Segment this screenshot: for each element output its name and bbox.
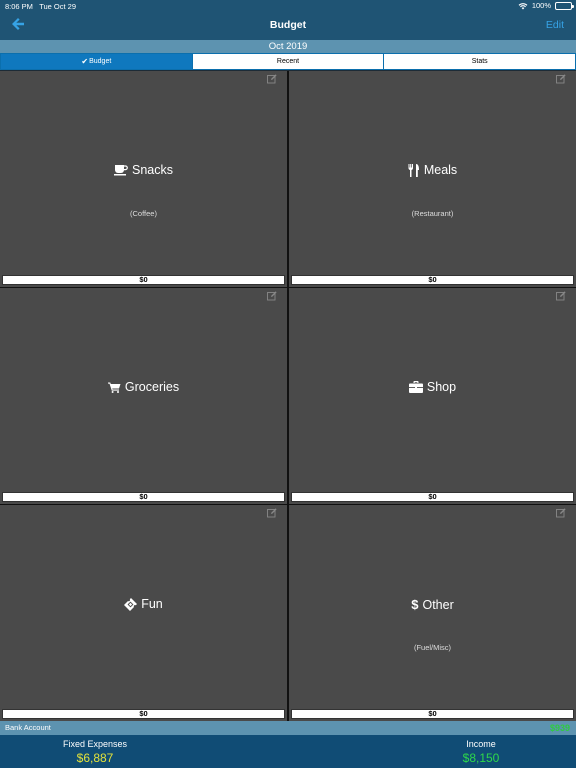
fork-knife-icon [408, 163, 419, 177]
category-amount: $0 [291, 492, 574, 502]
income[interactable]: Income $8,150 [444, 739, 518, 765]
battery-icon [555, 1, 574, 10]
category-amount: $0 [291, 709, 574, 719]
category-title: Snacks [0, 163, 287, 177]
category-title: Fun [0, 597, 287, 611]
category-tile-shop[interactable]: Shop $0 [289, 288, 576, 504]
category-tile-meals[interactable]: Meals (Restaurant) $0 [289, 71, 576, 287]
edit-icon[interactable] [267, 74, 277, 84]
coffee-cup-icon [114, 165, 128, 176]
top-bar: 8:06 PM Tue Oct 29 100% Budget Edit [0, 0, 576, 40]
category-tile-other[interactable]: $ Other (Fuel/Misc) $0 [289, 505, 576, 721]
edit-icon[interactable] [556, 291, 566, 301]
category-title: $ Other [411, 597, 454, 612]
page-title: Budget [269, 19, 307, 31]
category-title: Groceries [0, 380, 287, 394]
income-value: $8,150 [462, 751, 500, 765]
edit-icon[interactable] [556, 508, 566, 518]
month-label: Oct 2019 [0, 40, 576, 53]
tab-bar: ✔ Budget Recent Stats [0, 53, 576, 70]
fixed-expenses-label: Fixed Expenses [62, 739, 128, 749]
battery-percent: 100% [531, 1, 551, 10]
shopping-cart-icon [107, 382, 121, 393]
category-title: Meals [289, 163, 576, 177]
ticket-icon [124, 597, 138, 611]
bank-account-bar[interactable]: Bank Account $939 [0, 721, 576, 735]
dollar-icon: $ [411, 597, 419, 612]
status-bar: 8:06 PM Tue Oct 29 100% [0, 0, 576, 12]
category-subtitle: (Restaurant) [411, 209, 454, 218]
tab-stats[interactable]: Stats [384, 54, 576, 69]
category-title: Shop [289, 380, 576, 394]
income-label: Income [466, 739, 496, 749]
category-grid: Snacks (Coffee) $0 Meals (Restaurant) $0 [0, 71, 576, 721]
category-amount: $0 [2, 275, 285, 285]
briefcase-icon [408, 381, 423, 393]
category-subtitle: (Fuel/Misc) [413, 643, 452, 652]
category-amount: $0 [2, 709, 285, 719]
checkmark-icon: ✔ [81, 57, 89, 66]
tab-budget[interactable]: ✔ Budget [1, 54, 192, 69]
wifi-icon [518, 2, 528, 9]
edit-icon[interactable] [556, 74, 566, 84]
status-right: 100% [518, 1, 574, 10]
summary-footer: Fixed Expenses $6,887 Income $8,150 [0, 735, 576, 768]
category-tile-snacks[interactable]: Snacks (Coffee) $0 [0, 71, 287, 287]
edit-icon[interactable] [267, 508, 277, 518]
edit-icon[interactable] [267, 291, 277, 301]
edit-button[interactable]: Edit [546, 19, 564, 31]
bank-account-label: Bank Account [5, 723, 51, 732]
category-subtitle: (Coffee) [130, 209, 157, 218]
tab-recent[interactable]: Recent [192, 54, 384, 69]
category-tile-groceries[interactable]: Groceries $0 [0, 288, 287, 504]
category-amount: $0 [2, 492, 285, 502]
category-amount: $0 [291, 275, 574, 285]
status-time: 8:06 PM Tue Oct 29 [5, 2, 77, 11]
bank-account-value: $939 [549, 723, 570, 733]
category-tile-fun[interactable]: Fun $0 [0, 505, 287, 721]
fixed-expenses-value: $6,887 [76, 751, 114, 765]
fixed-expenses[interactable]: Fixed Expenses $6,887 [58, 739, 132, 765]
